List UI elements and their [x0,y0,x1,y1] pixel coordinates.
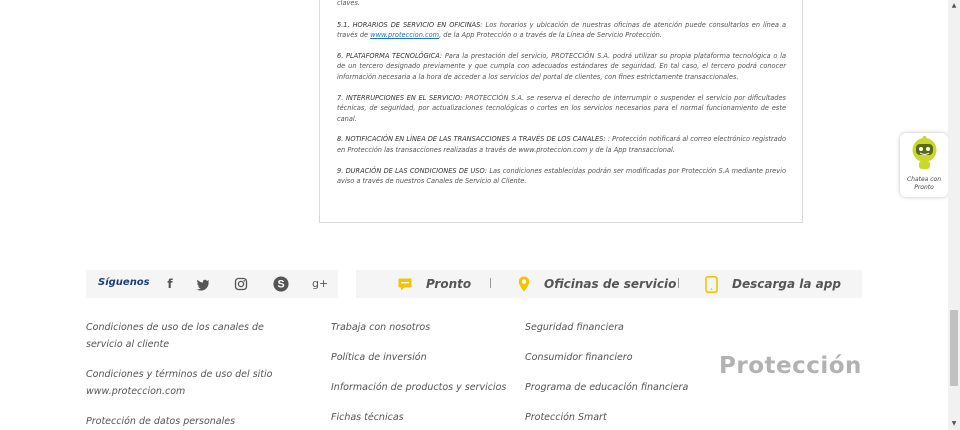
download-app-link[interactable]: Descarga la app [732,276,841,292]
instagram-icon[interactable] [234,276,248,292]
svg-text:S: S [277,279,284,291]
scroll-up-icon[interactable]: ▲ [948,0,960,12]
footer-link[interactable]: Condiciones y términos de uso del sitio … [86,366,276,400]
footer-link[interactable]: Fichas técnicas [331,409,404,426]
section-title: 8. NOTIFICACIÓN EN LÍNEA DE LAS TRANSACC… [337,135,606,144]
phone-icon [705,276,718,293]
footer-link[interactable]: Consumidor financiero [525,349,633,366]
twitter-icon[interactable] [196,276,210,292]
section-text: , de la App Protección o a través de la … [439,31,662,40]
chat-bubble-icon [398,278,412,291]
footer-link[interactable]: Seguridad financiera [525,319,624,336]
chat-widget[interactable]: Chatea con Pronto [900,133,948,197]
facebook-icon[interactable]: f [164,276,176,292]
footer-link[interactable]: Programa de educación financiera [525,379,688,396]
section-title: 9. DURACIÓN DE LAS CONDICIONES DE USO: [337,166,488,175]
terms-section-8: 8. NOTIFICACIÓN EN LÍNEA DE LAS TRANSACC… [337,134,786,155]
googleplus-icon[interactable]: g+ [312,276,328,292]
chat-label: Chatea con Pronto [906,176,942,191]
pronto-link[interactable]: Pronto [426,276,471,292]
footer-link[interactable]: Información de productos y servicios [331,379,506,396]
follow-label: Síguenos [98,277,150,288]
pronto-bot-icon [912,136,937,169]
location-pin-icon [518,276,530,292]
terms-fragment: claves. [337,0,360,7]
oficinas-link[interactable]: Oficinas de servicio [544,276,676,292]
terms-text: claves. 5.1. HORARIOS DE SERVICIO EN OFI… [337,0,786,197]
footer-link[interactable]: Protección Smart [525,409,607,426]
terms-section-6: 6. PLATAFORMA TECNOLÓGICA: Para la prest… [337,51,786,83]
section-title: 7. INTERRUPCIONES EN EL SERVICIO: [337,93,463,102]
terms-section-7: 7. INTERRUPCIONES EN EL SERVICIO: PROTEC… [337,93,786,125]
footer-link[interactable]: Trabaja con nosotros [331,319,430,336]
section-title: 6. PLATAFORMA TECNOLÓGICA: [337,51,443,60]
social-bar: Síguenos f S g+ [86,270,338,298]
scroll-thumb[interactable] [950,310,958,386]
divider [678,278,679,288]
terms-section-9: 9. DURACIÓN DE LAS CONDICIONES DE USO: L… [337,166,786,187]
quick-links-bar: Pronto Oficinas de servicio Descarga la … [356,270,862,298]
proteccion-logo[interactable]: Protección [719,353,862,379]
skype-icon[interactable]: S [272,276,290,292]
proteccion-link[interactable]: www.proteccion.com [370,31,439,39]
scroll-down-icon[interactable]: ▼ [948,418,960,430]
footer-link[interactable]: Política de inversión [331,349,427,366]
divider [490,278,491,288]
page-scrollbar[interactable]: ▲ ▼ [948,0,960,430]
section-title: 5.1. HORARIOS DE SERVICIO EN OFICINAS: [337,20,483,29]
footer-link[interactable]: Condiciones de uso de los canales de ser… [86,319,276,353]
terms-section-5-1: 5.1. HORARIOS DE SERVICIO EN OFICINAS: L… [337,20,786,41]
footer-link[interactable]: Protección de datos personales [86,413,276,430]
terms-box: claves. 5.1. HORARIOS DE SERVICIO EN OFI… [319,0,803,223]
